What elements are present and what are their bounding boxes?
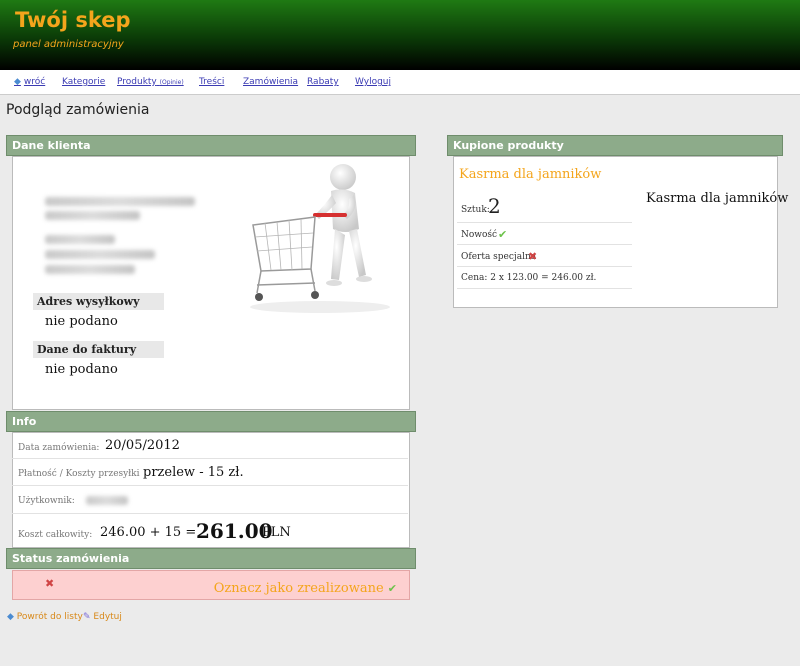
check-icon: ✔: [387, 582, 397, 595]
product-qty-row: Sztuk: 2: [457, 192, 632, 223]
shopping-cart-illustration: [250, 164, 390, 313]
nav-back-link[interactable]: ◆ wróć: [14, 77, 45, 87]
back-to-list-link[interactable]: ◆ Powrót do listy: [7, 612, 83, 622]
total-cost-currency: PLN: [262, 525, 291, 540]
nav-logout[interactable]: Wyloguj: [355, 77, 391, 87]
blurred-name: [45, 235, 115, 244]
back-to-list-label: Powrót do listy: [16, 612, 83, 622]
product-price-line: Cena: 2 x 123.00 = 246.00 zł.: [461, 273, 597, 283]
back-arrow-icon: ◆: [14, 77, 21, 87]
blurred-phone: [45, 211, 140, 220]
mark-as-done-label: Oznacz jako zrealizowane: [213, 581, 384, 596]
site-brand[interactable]: Twój skep: [15, 8, 131, 32]
nav-discounts[interactable]: Rabaty: [307, 77, 339, 87]
shipping-address-label: Adres wysyłkowy: [33, 293, 164, 310]
back-arrow-icon: ◆: [7, 612, 14, 622]
nav-contents[interactable]: Treści: [199, 77, 224, 87]
client-panel-heading: Dane klienta: [6, 135, 416, 156]
invoice-data-label: Dane do faktury: [33, 341, 164, 358]
payment-label: Płatność / Koszty przesyłki: [18, 469, 140, 479]
nav-categories[interactable]: Kategorie: [62, 77, 105, 87]
site-tagline: panel administracyjny: [13, 39, 124, 50]
product-name-side: Kasrma dla jamników: [646, 191, 789, 206]
not-done-x-icon: ✖: [45, 577, 55, 590]
product-new-label: Nowość: [461, 230, 498, 240]
nav-back-label: wróć: [23, 77, 46, 87]
x-icon: ✖: [528, 250, 538, 263]
nav-products-label: Produkty: [117, 77, 157, 87]
order-date-row: Data zamówienia: 20/05/2012: [12, 432, 408, 459]
main-nav: ◆ wróć Kategorie Produkty (Opinie) Treści…: [0, 70, 800, 95]
order-date-label: Data zamówienia:: [18, 443, 100, 453]
invoice-data-value: nie podano: [45, 362, 118, 377]
user-row: Użytkownik:: [12, 486, 408, 514]
page-title: Podgląd zamówienia: [6, 102, 150, 118]
status-panel-heading: Status zamówienia: [6, 548, 416, 569]
product-name-link[interactable]: Kasrma dla jamników: [459, 167, 601, 182]
payment-row: Płatność / Koszty przesyłki przelew - 15…: [12, 459, 408, 486]
total-cost-row: Koszt całkowity: 246.00 + 15 = 261.00 PL…: [12, 514, 408, 548]
shipping-address-value: nie podano: [45, 314, 118, 329]
mark-as-done-link[interactable]: Oznacz jako zrealizowane ✔: [214, 581, 397, 596]
info-panel-heading: Info: [6, 411, 416, 432]
product-special-row: Oferta specjalna ✖: [457, 245, 632, 267]
pencil-icon: ✎: [83, 612, 91, 622]
blurred-username: [86, 496, 128, 505]
user-label: Użytkownik:: [18, 496, 75, 506]
total-cost-label: Koszt całkowity:: [18, 530, 93, 540]
product-special-label: Oferta specjalna: [461, 252, 537, 262]
blurred-city: [45, 265, 135, 274]
blurred-street: [45, 250, 155, 259]
nav-reviews-label: (Opinie): [159, 79, 184, 86]
edit-link[interactable]: ✎ Edytuj: [83, 612, 122, 622]
product-qty-label: Sztuk:: [461, 205, 490, 215]
product-price-row: Cena: 2 x 123.00 = 246.00 zł.: [457, 267, 632, 289]
blurred-email: [45, 197, 195, 206]
payment-value: przelew - 15 zł.: [143, 465, 244, 480]
check-icon: ✔: [498, 228, 508, 241]
status-panel-body: ✖ Oznacz jako zrealizowane ✔: [12, 570, 410, 600]
order-date-value: 20/05/2012: [105, 438, 180, 453]
products-panel-heading: Kupione produkty: [447, 135, 783, 156]
client-panel-body: Adres wysyłkowy nie podano Dane do faktu…: [12, 156, 410, 410]
total-cost-breakdown: 246.00 + 15 =: [100, 525, 197, 540]
edit-label: Edytuj: [93, 612, 122, 622]
nav-products[interactable]: Produkty (Opinie): [117, 77, 184, 87]
nav-orders[interactable]: Zamówienia: [243, 77, 298, 87]
product-new-row: Nowość ✔: [457, 223, 632, 245]
product-qty-value: 2: [488, 194, 501, 218]
site-header: Twój skep panel administracyjny: [0, 0, 800, 70]
